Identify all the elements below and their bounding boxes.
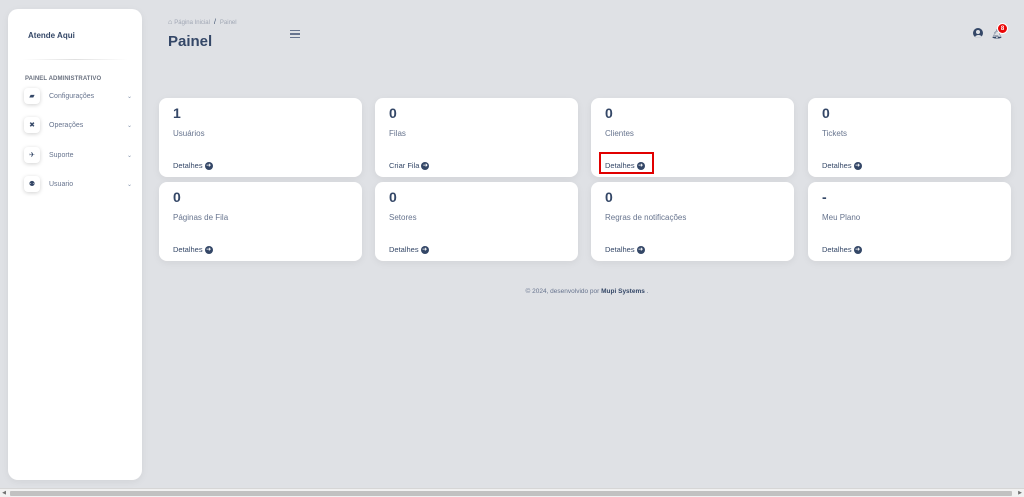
card-label: Regras de notificações — [605, 213, 687, 222]
sidebar-item-label: Operações — [49, 121, 84, 129]
card-label: Usuários — [173, 129, 205, 138]
card-paginas-de-fila: 0 Páginas de Fila Detalhes ➜ — [159, 182, 362, 261]
card-label: Páginas de Fila — [173, 213, 229, 222]
link-label: Detalhes — [822, 245, 852, 254]
arrow-right-icon: ➜ — [420, 245, 429, 254]
sidebar-item-usuario[interactable]: ⚉ Usuario ⌄ — [24, 174, 136, 194]
sidebar-item-label: Usuario — [49, 180, 74, 188]
arrow-right-icon: ➜ — [421, 161, 430, 170]
arrow-right-icon: ➜ — [636, 245, 645, 254]
horizontal-scrollbar[interactable]: ◀ ▶ — [0, 488, 1024, 497]
scroll-left-icon[interactable]: ◀ — [0, 489, 8, 497]
arrow-right-icon: ➜ — [204, 161, 213, 170]
card-regras-de-notificacoes: 0 Regras de notificações Detalhes ➜ — [591, 182, 794, 261]
card-meu-plano: - Meu Plano Detalhes ➜ — [808, 182, 1011, 261]
arrow-right-icon: ➜ — [853, 161, 862, 170]
arrow-right-icon: ➜ — [204, 245, 213, 254]
breadcrumb-home[interactable]: Página Inicial — [174, 20, 210, 26]
link-label: Detalhes — [822, 161, 852, 170]
card-setores: 0 Setores Detalhes ➜ — [375, 182, 578, 261]
chevron-down-icon: ⌄ — [126, 152, 132, 159]
breadcrumb: ⌂ Página Inicial / Painel — [168, 19, 237, 26]
card-label: Filas — [389, 129, 406, 138]
link-label: Criar Fila — [389, 161, 420, 170]
details-link[interactable]: Detalhes ➜ — [389, 245, 429, 254]
details-link[interactable]: Detalhes ➜ — [173, 161, 213, 170]
card-count: 0 — [173, 189, 181, 205]
users-icon: ⚉ — [24, 176, 40, 192]
footer-suffix: . — [646, 288, 649, 295]
page-title: Painel — [168, 33, 213, 50]
briefcase-icon: ▰ — [24, 88, 40, 104]
card-count: 1 — [173, 105, 181, 121]
highlight-box — [599, 152, 654, 174]
card-label: Setores — [389, 213, 417, 222]
chevron-down-icon: ⌄ — [126, 181, 132, 188]
notification-badge: 8 — [997, 23, 1008, 34]
link-label: Detalhes — [173, 245, 203, 254]
sidebar-divider — [22, 59, 128, 60]
link-label: Detalhes — [389, 245, 419, 254]
footer: © 2024, desenvolvido por Mupi Systems . — [0, 288, 1024, 295]
card-label: Tickets — [822, 129, 848, 138]
card-tickets: 0 Tickets Detalhes ➜ — [808, 98, 1011, 177]
create-queue-link[interactable]: Criar Fila ➜ — [389, 161, 430, 170]
tools-icon: ✖ — [24, 117, 40, 133]
details-link[interactable]: Detalhes ➜ — [605, 245, 645, 254]
sidebar-item-label: Suporte — [49, 151, 74, 159]
sidebar-item-operacoes[interactable]: ✖ Operações ⌄ — [24, 115, 136, 135]
brand-name[interactable]: Atende Aqui — [28, 31, 75, 40]
chevron-down-icon: ⌄ — [126, 93, 132, 100]
company-link[interactable]: Mupi Systems — [601, 288, 645, 295]
card-usuarios: 1 Usuários Detalhes ➜ — [159, 98, 362, 177]
rocket-icon: ✈ — [24, 147, 40, 163]
sidebar-item-suporte[interactable]: ✈ Suporte ⌄ — [24, 145, 136, 165]
card-count: - — [822, 189, 827, 205]
link-label: Detalhes — [173, 161, 203, 170]
menu-toggle-icon[interactable] — [290, 30, 300, 38]
link-label: Detalhes — [605, 245, 635, 254]
sidebar-section-title: PAINEL ADMINISTRATIVO — [25, 76, 102, 82]
sidebar: Atende Aqui PAINEL ADMINISTRATIVO — [8, 9, 142, 480]
chevron-down-icon: ⌄ — [126, 122, 132, 129]
sidebar-item-configuracoes[interactable]: ▰ Configurações ⌄ — [24, 86, 136, 106]
card-label: Clientes — [605, 129, 634, 138]
card-label: Meu Plano — [822, 213, 861, 222]
card-count: 0 — [605, 105, 613, 121]
arrow-right-icon: ➜ — [853, 245, 862, 254]
footer-prefix: © 2024, desenvolvido por — [525, 288, 600, 295]
breadcrumb-current: Painel — [219, 19, 237, 26]
card-filas: 0 Filas Criar Fila ➜ — [375, 98, 578, 177]
home-icon[interactable]: ⌂ — [168, 19, 172, 26]
card-count: 0 — [605, 189, 613, 205]
scrollbar-thumb[interactable] — [10, 491, 1012, 496]
user-circle-icon[interactable] — [973, 28, 983, 38]
details-link[interactable]: Detalhes ➜ — [822, 245, 862, 254]
details-link[interactable]: Detalhes ➜ — [173, 245, 213, 254]
card-count: 0 — [389, 105, 397, 121]
details-link[interactable]: Detalhes ➜ — [822, 161, 862, 170]
scroll-right-icon[interactable]: ▶ — [1016, 489, 1024, 497]
card-count: 0 — [389, 189, 397, 205]
card-count: 0 — [822, 105, 830, 121]
breadcrumb-separator: / — [213, 19, 216, 26]
sidebar-item-label: Configurações — [49, 92, 95, 100]
